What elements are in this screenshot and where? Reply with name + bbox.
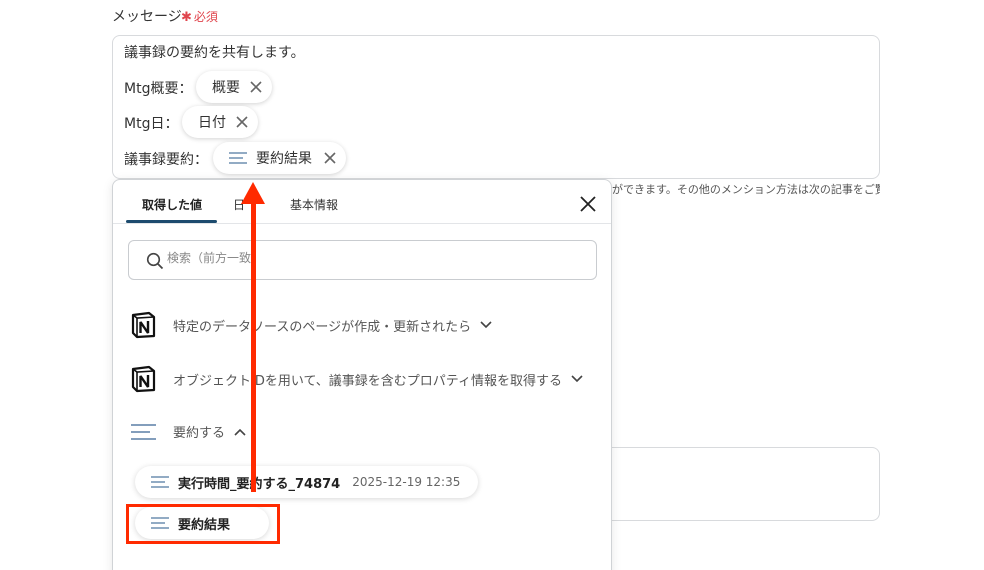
section-object-id-properties[interactable]: オブジェクトIDを用いて、議事録を含むプロパティ情報を取得する <box>130 365 583 393</box>
chip-summary-result-label: 要約結果 <box>256 151 312 167</box>
background-input-field[interactable] <box>612 447 880 521</box>
lines-icon <box>229 152 247 164</box>
search-field[interactable] <box>128 240 597 280</box>
message-line-mtg-summary-label: Mtg概要： <box>124 81 193 97</box>
chevron-up-icon <box>234 428 246 436</box>
chip-summary-label: 概要 <box>212 80 240 96</box>
section-object-id-label: オブジェクトIDを用いて、議事録を含むプロパティ情報を取得する <box>173 373 563 389</box>
annotation-arrow-head <box>241 182 265 204</box>
message-line-intro: 議事録の要約を共有します。 <box>124 45 305 61</box>
required-badge: ✱ 必須 <box>181 8 218 25</box>
search-icon <box>146 252 164 270</box>
message-textarea[interactable]: 議事録の要約を共有します。 Mtg概要： 概要 Mtg日： 日付 議事録要約： … <box>112 35 880 179</box>
chip-date-close-icon[interactable] <box>234 114 250 130</box>
lines-icon <box>151 476 169 488</box>
section-data-source-label: 特定のデータソースのページが作成・更新されたら <box>173 319 472 335</box>
tab-acquired-values[interactable]: 取得した値 <box>142 196 202 213</box>
search-input[interactable] <box>167 251 567 265</box>
highlight-box <box>126 504 280 544</box>
notion-icon <box>131 311 156 339</box>
chip-date[interactable]: 日付 <box>182 106 258 138</box>
item-execution-time-label: 実行時間_要約する_74874 <box>178 476 341 492</box>
lines-icon <box>131 423 156 440</box>
chip-summary-result-close-icon[interactable] <box>322 150 338 166</box>
section-data-source-trigger[interactable]: 特定のデータソースのページが作成・更新されたら <box>130 311 492 339</box>
mention-hint-text: ができます。その他のメンション方法は次の記事をご覧く <box>612 183 880 196</box>
message-field-label: メッセージ <box>112 9 182 25</box>
annotation-arrow-shaft <box>251 202 256 492</box>
message-line-minutes-summary-label: 議事録要約： <box>124 152 208 168</box>
tab-divider <box>113 223 611 224</box>
tab-basic-info[interactable]: 基本情報 <box>290 196 338 213</box>
item-execution-time[interactable]: 実行時間_要約する_74874 2025-12-19 12:35 <box>135 466 478 498</box>
notion-icon <box>131 365 156 393</box>
chip-summary-result[interactable]: 要約結果 <box>213 142 346 174</box>
required-star: ✱ <box>181 10 192 25</box>
chip-date-label: 日付 <box>198 115 226 131</box>
section-summarize[interactable]: 要約する <box>130 422 246 441</box>
section-summarize-label: 要約する <box>173 426 226 441</box>
chip-summary-close-icon[interactable] <box>248 79 264 95</box>
chip-summary[interactable]: 概要 <box>196 71 272 103</box>
message-line-mtg-date-label: Mtg日： <box>124 116 179 132</box>
chevron-down-icon <box>571 375 583 383</box>
item-execution-time-date: 2025-12-19 12:35 <box>352 475 461 489</box>
close-icon[interactable] <box>579 195 597 213</box>
chevron-down-icon <box>480 321 492 329</box>
required-text: 必須 <box>193 10 218 24</box>
